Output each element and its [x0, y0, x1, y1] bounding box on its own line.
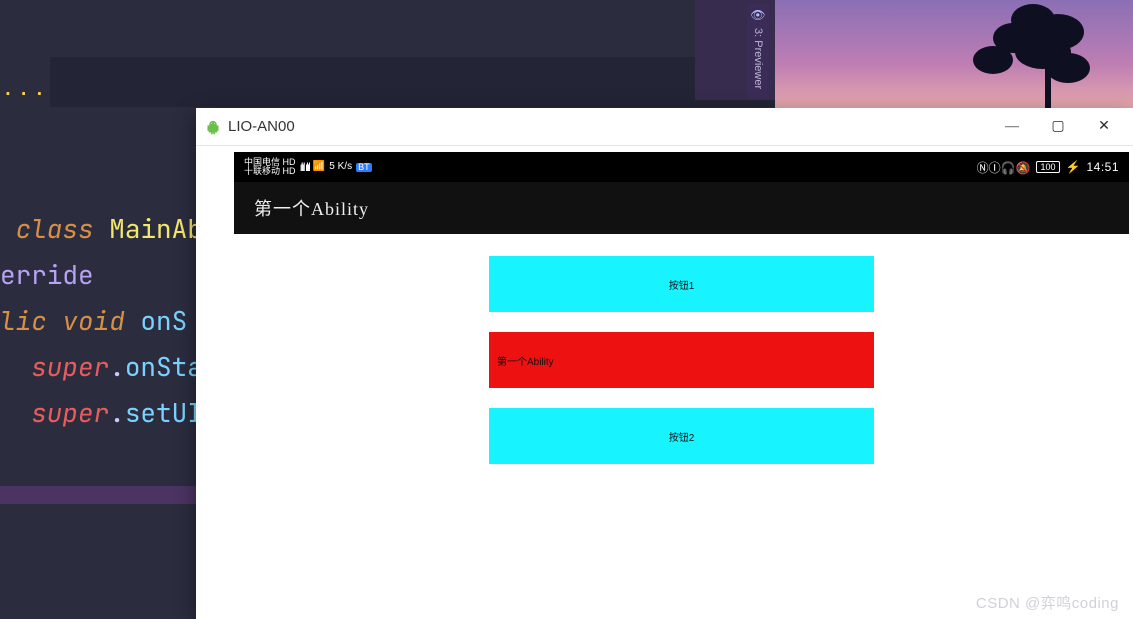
right-dock: 👁 3: Previewer [695, 0, 775, 100]
button-1[interactable]: 按钮1 [489, 256, 874, 312]
emulator-titlebar[interactable]: LIO-AN00 — ▢ ✕ [196, 108, 1133, 146]
tab-previewer[interactable]: 👁 3: Previewer [747, 4, 769, 100]
code-dot: . [109, 395, 125, 430]
carrier-2: 十联移动 HD [244, 167, 296, 176]
device-status-bar: 中国电信 HD 十联移动 HD ılıl ılıl 📶 5 K/s BT ⓃⒾ🎧… [234, 152, 1129, 182]
app-body: 按钮1 第一个Ability 按钮2 [234, 234, 1129, 611]
code-method: setUI [125, 395, 203, 430]
button-1-label: 按钮1 [669, 277, 695, 292]
minimize-button[interactable]: — [989, 112, 1035, 142]
code-super: super [31, 349, 109, 384]
emulator-window: LIO-AN00 — ▢ ✕ 中国电信 HD 十联移动 HD ılıl ılıl… [196, 108, 1133, 619]
desktop-wallpaper [775, 0, 1133, 108]
tree-silhouette-icon [893, 0, 1113, 110]
device-frame: 中国电信 HD 十联移动 HD ılıl ılıl 📶 5 K/s BT ⓃⒾ🎧… [234, 152, 1129, 611]
android-icon [206, 119, 220, 135]
wifi-icon: 📶 [313, 162, 325, 172]
status-right: ⓃⒾ🎧🔕 100 ⚡ 14:51 [977, 159, 1119, 176]
previewer-tab-label: 3: Previewer [752, 28, 764, 89]
code-method: onS [140, 303, 187, 338]
app-title-text: 第一个Ability [254, 195, 369, 221]
code-override: erride [0, 257, 94, 292]
net-speed: 5 K/s [329, 162, 352, 172]
app-title-bar: 第一个Ability [234, 182, 1129, 234]
code-class: MainAb [109, 211, 203, 246]
status-left: 中国电信 HD 十联移动 HD ılıl ılıl 📶 5 K/s BT [244, 158, 372, 176]
window-controls: — ▢ ✕ [989, 112, 1127, 142]
code-super: super [31, 395, 109, 430]
emulator-title: LIO-AN00 [228, 118, 295, 135]
signal-icon: ılıl ılıl [300, 161, 309, 173]
close-button[interactable]: ✕ [1081, 112, 1127, 142]
code-block: class MainAb erride lic void onS super.o… [0, 160, 203, 482]
code-dot: . [109, 349, 125, 384]
button-3-label: 按钮2 [669, 429, 695, 444]
code-method: onSta [125, 349, 203, 384]
code-keyword: lic void [0, 303, 140, 338]
maximize-button[interactable]: ▢ [1035, 112, 1081, 142]
battery-icon: 100 [1036, 161, 1059, 173]
button-2[interactable]: 第一个Ability [489, 332, 874, 388]
charging-icon: ⚡ [1066, 160, 1081, 174]
overflow-dots: ... [4, 70, 51, 102]
status-icons: ⓃⒾ🎧🔕 [977, 159, 1031, 176]
emulator-title-left: LIO-AN00 [206, 118, 295, 135]
button-2-label: 第一个Ability [497, 353, 554, 368]
button-3[interactable]: 按钮2 [489, 408, 874, 464]
status-clock: 14:51 [1086, 160, 1119, 174]
code-keyword: class [16, 211, 110, 246]
bluetooth-badge: BT [356, 163, 372, 172]
eye-icon: 👁 [750, 8, 765, 22]
